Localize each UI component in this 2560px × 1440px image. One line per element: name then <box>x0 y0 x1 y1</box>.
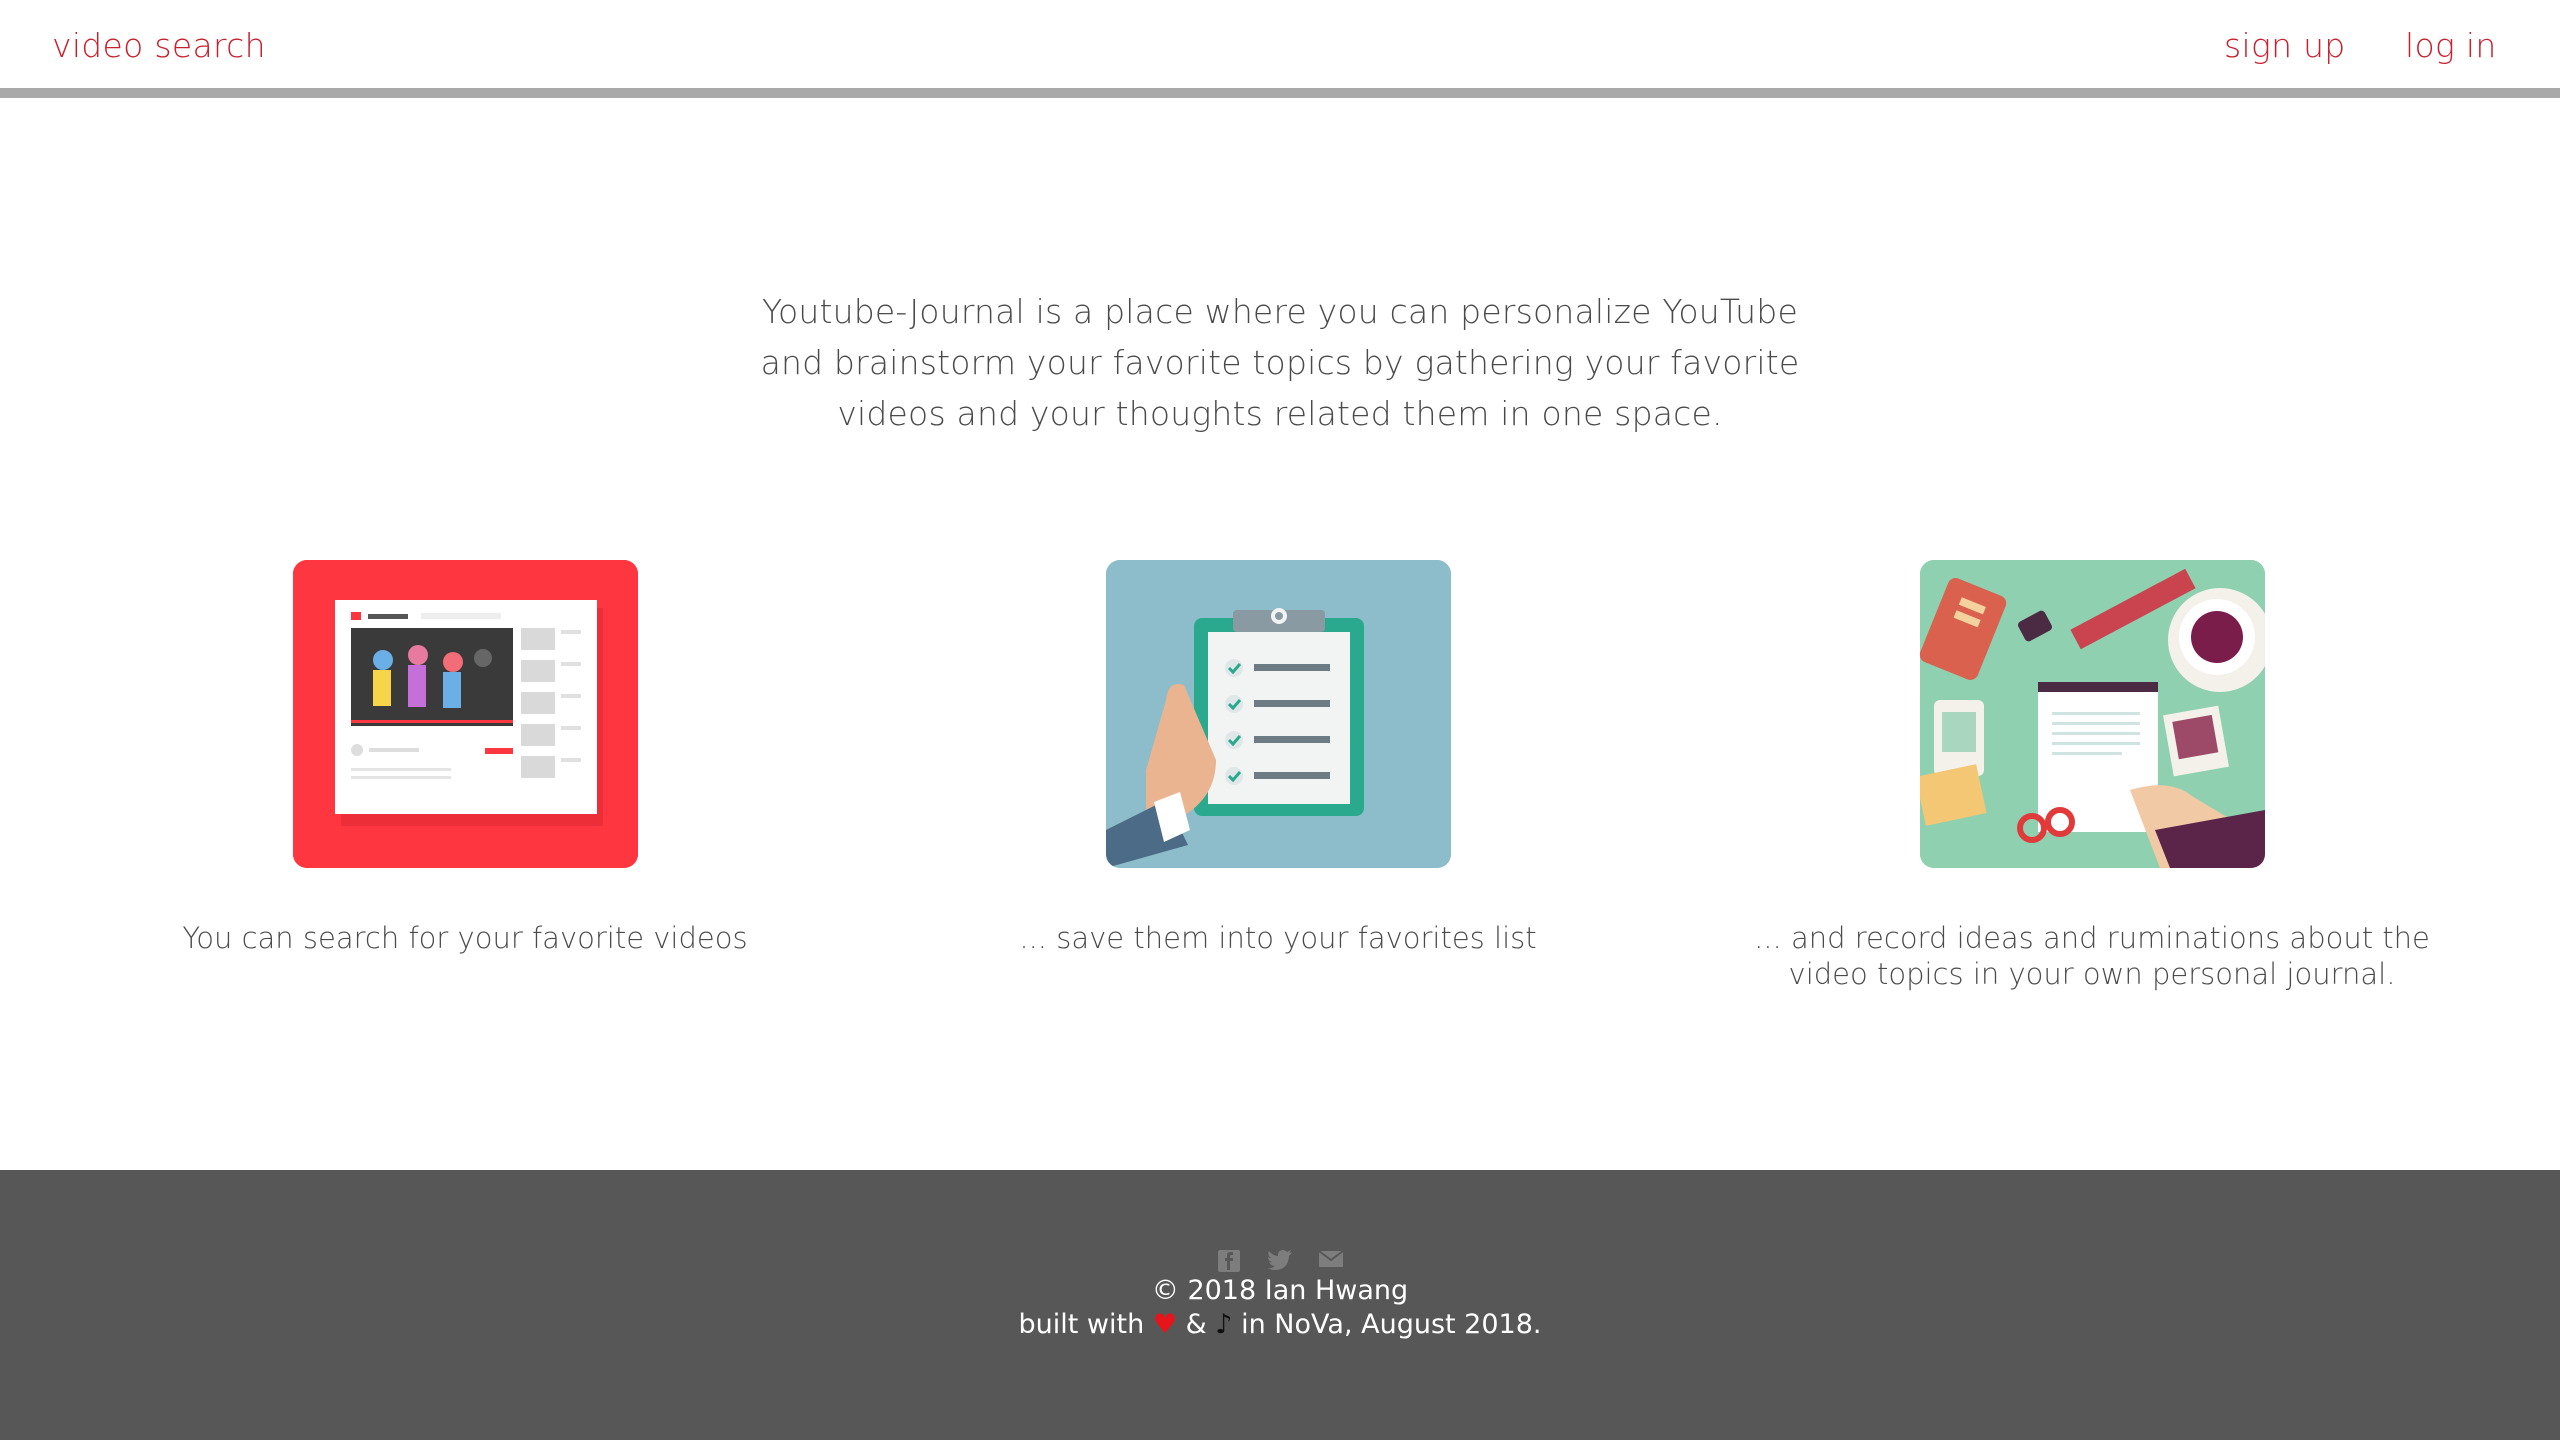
built-with-text: built with ♥ & ♪ in NoVa, August 2018. <box>0 1308 2560 1342</box>
feature-journal-caption: ... and record ideas and ruminations abo… <box>1754 921 2430 991</box>
feature-favorites: ... save them into your favorites list <box>898 560 1658 956</box>
facebook-icon[interactable] <box>1214 1248 1244 1274</box>
music-note-icon: ♪ <box>1215 1309 1233 1340</box>
feature-journal: ... and record ideas and ruminations abo… <box>1712 560 2472 992</box>
feature-favorites-caption: ... save them into your favorites list <box>1019 921 1537 955</box>
log-in-link[interactable]: log in <box>2405 26 2497 65</box>
brand-link[interactable]: video search <box>52 26 266 65</box>
video-player-illustration <box>292 560 638 868</box>
heart-icon: ♥ <box>1152 1309 1178 1340</box>
navbar: video search sign up log in <box>0 0 2560 98</box>
social-links <box>0 1248 2560 1274</box>
twitter-icon[interactable] <box>1265 1248 1295 1274</box>
sign-up-link[interactable]: sign up <box>2224 26 2346 65</box>
built-suffix: in NoVa, August 2018. <box>1241 1309 1542 1340</box>
copyright-text: © 2018 Ian Hwang <box>1151 1275 1409 1306</box>
clipboard-checklist-illustration <box>1105 560 1451 868</box>
built-prefix: built with <box>1018 1309 1145 1340</box>
feature-search-caption: You can search for your favorite videos <box>182 921 748 955</box>
journal-desk-illustration <box>1919 560 2265 868</box>
email-icon[interactable] <box>1316 1248 1346 1274</box>
intro-text: Youtube-Journal is a place where you can… <box>760 292 1800 433</box>
footer: © 2018 Ian Hwang built with ♥ & ♪ in NoV… <box>0 1170 2560 1440</box>
feature-search: You can search for your favorite videos <box>85 560 845 956</box>
built-and: & <box>1185 1309 1207 1340</box>
